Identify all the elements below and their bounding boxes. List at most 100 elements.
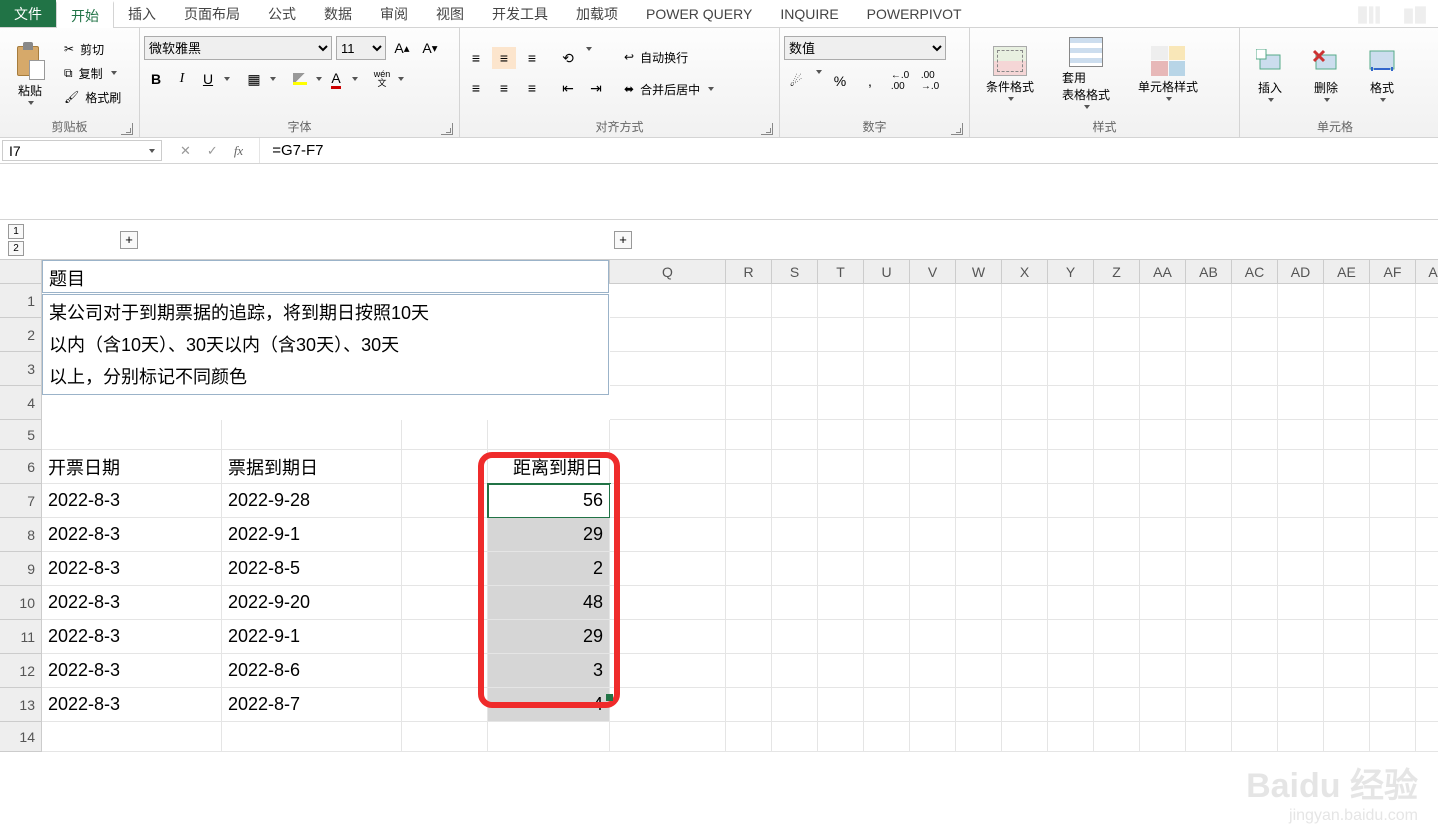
cell[interactable]: [610, 620, 726, 654]
cell[interactable]: [1140, 552, 1186, 586]
cell[interactable]: [1002, 654, 1048, 688]
cell[interactable]: [818, 284, 864, 318]
cell[interactable]: [864, 518, 910, 552]
cell[interactable]: [1278, 586, 1324, 620]
cell[interactable]: [772, 450, 818, 484]
col-header-Z[interactable]: Z: [1094, 260, 1140, 284]
cell[interactable]: [818, 420, 864, 450]
cell[interactable]: [1324, 654, 1370, 688]
cell[interactable]: [610, 586, 726, 620]
cell[interactable]: [1140, 450, 1186, 484]
cell[interactable]: [956, 722, 1002, 752]
outline-level-2[interactable]: 2: [8, 241, 24, 256]
cell[interactable]: [726, 518, 772, 552]
cell[interactable]: [42, 420, 222, 450]
cell[interactable]: [1232, 620, 1278, 654]
fill-color-button[interactable]: [288, 68, 312, 90]
cell[interactable]: [772, 420, 818, 450]
format-cells-button[interactable]: 格式: [1356, 33, 1408, 113]
cell[interactable]: [956, 352, 1002, 386]
dialog-launcher-icon[interactable]: [761, 123, 773, 135]
cell[interactable]: 距离到期日: [488, 450, 610, 484]
cell[interactable]: [1232, 688, 1278, 722]
cell[interactable]: [864, 654, 910, 688]
cell[interactable]: [1186, 420, 1232, 450]
cell[interactable]: [726, 318, 772, 352]
cell[interactable]: [402, 518, 488, 552]
cell[interactable]: [910, 654, 956, 688]
align-bottom-button[interactable]: ≡: [520, 47, 544, 69]
percent-button[interactable]: %: [828, 70, 852, 92]
cell[interactable]: [1370, 688, 1416, 722]
cell[interactable]: 2: [488, 552, 610, 586]
cell[interactable]: [1186, 386, 1232, 420]
tab-inquire[interactable]: INQUIRE: [766, 0, 852, 27]
cell[interactable]: [1370, 620, 1416, 654]
formula-input[interactable]: =G7-F7: [260, 138, 1438, 163]
format-as-table-button[interactable]: 套用表格格式: [1050, 33, 1122, 113]
comma-button[interactable]: ,: [858, 70, 882, 92]
cell[interactable]: [818, 620, 864, 654]
cell[interactable]: [1140, 284, 1186, 318]
cell[interactable]: [1416, 284, 1438, 318]
cell[interactable]: [1094, 318, 1140, 352]
row-header-3[interactable]: 3: [0, 352, 42, 386]
format-painter-button[interactable]: 🖌格式刷: [60, 85, 125, 109]
cell[interactable]: [956, 688, 1002, 722]
cell[interactable]: [610, 654, 726, 688]
cell[interactable]: 2022-8-3: [42, 552, 222, 586]
col-header-Q[interactable]: Q: [610, 260, 726, 284]
cell[interactable]: [1186, 552, 1232, 586]
cell[interactable]: [956, 284, 1002, 318]
col-header-T[interactable]: T: [818, 260, 864, 284]
cell[interactable]: [910, 386, 956, 420]
orientation-button[interactable]: ⟲: [556, 47, 580, 69]
cell[interactable]: [1002, 518, 1048, 552]
font-name-select[interactable]: 微软雅黑: [144, 36, 332, 60]
cell[interactable]: [1324, 420, 1370, 450]
cell[interactable]: [1370, 484, 1416, 518]
cell[interactable]: [1140, 484, 1186, 518]
cell[interactable]: 2022-8-3: [42, 484, 222, 518]
cell[interactable]: [1186, 284, 1232, 318]
cell[interactable]: [1324, 484, 1370, 518]
tab-file[interactable]: 文件: [0, 0, 56, 27]
cell[interactable]: [1416, 586, 1438, 620]
tab-powerpivot[interactable]: POWERPIVOT: [853, 0, 976, 27]
tab-insert[interactable]: 插入: [114, 0, 170, 27]
cell[interactable]: [402, 420, 488, 450]
border-button[interactable]: ▦: [242, 68, 266, 90]
cell[interactable]: [1140, 654, 1186, 688]
cell[interactable]: [1416, 722, 1438, 752]
col-header-AB[interactable]: AB: [1186, 260, 1232, 284]
cell[interactable]: [488, 420, 610, 450]
cell[interactable]: [910, 518, 956, 552]
cell[interactable]: [1140, 722, 1186, 752]
paste-button[interactable]: 粘贴: [4, 33, 56, 113]
cell[interactable]: [864, 318, 910, 352]
cell[interactable]: [772, 484, 818, 518]
cell[interactable]: [1186, 484, 1232, 518]
cell[interactable]: [1416, 386, 1438, 420]
cell[interactable]: [1048, 450, 1094, 484]
cell[interactable]: [1094, 450, 1140, 484]
tab-addins[interactable]: 加载项: [562, 0, 632, 27]
row-header-8[interactable]: 8: [0, 518, 42, 552]
row-header-12[interactable]: 12: [0, 654, 42, 688]
cell[interactable]: [610, 352, 726, 386]
cell[interactable]: [910, 620, 956, 654]
cell[interactable]: [726, 722, 772, 752]
cell[interactable]: [818, 552, 864, 586]
col-header-AG[interactable]: AG: [1416, 260, 1438, 284]
cell[interactable]: [1048, 484, 1094, 518]
cell[interactable]: [818, 586, 864, 620]
cell[interactable]: [1186, 518, 1232, 552]
cell[interactable]: [864, 386, 910, 420]
cell[interactable]: [1140, 352, 1186, 386]
cell[interactable]: [1094, 420, 1140, 450]
outline-level-1[interactable]: 1: [8, 224, 24, 239]
cell[interactable]: 2022-9-1: [222, 518, 402, 552]
cell[interactable]: [1094, 284, 1140, 318]
tab-layout[interactable]: 页面布局: [170, 0, 254, 27]
cell[interactable]: [1324, 318, 1370, 352]
